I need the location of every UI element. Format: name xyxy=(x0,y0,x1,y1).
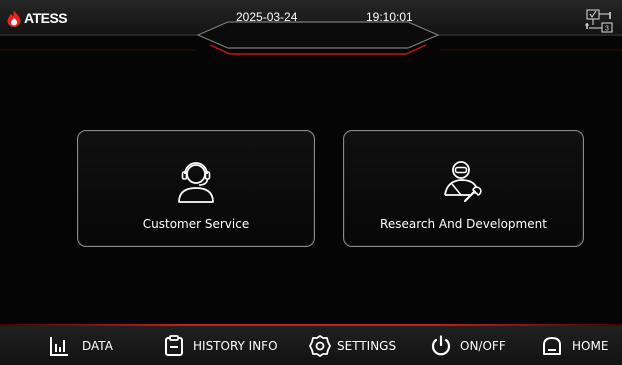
headset-user-icon xyxy=(178,162,214,203)
nav-on-off-label: ON/OFF xyxy=(460,338,506,353)
network-diagram-icon[interactable]: 3 xyxy=(584,9,614,33)
date-display: 2025-03-24 xyxy=(236,10,298,24)
research-development-label: Research And Development xyxy=(380,217,547,231)
customer-service-label: Customer Service xyxy=(142,217,250,231)
bar-chart-icon xyxy=(50,336,68,356)
brand-logo: ATESS xyxy=(7,8,68,28)
brand-name: ATESS xyxy=(24,10,68,26)
gear-icon xyxy=(309,334,331,357)
power-icon xyxy=(431,334,451,355)
nav-history-info-label: HISTORY INFO xyxy=(193,338,278,353)
time-display: 19:10:01 xyxy=(366,10,413,24)
clipboard-icon xyxy=(165,334,183,356)
nav-history-info[interactable]: HISTORY INFO xyxy=(163,326,278,365)
nav-settings[interactable]: SETTINGS xyxy=(309,326,396,365)
nav-data-label: DATA xyxy=(82,338,113,353)
customer-service-card[interactable]: Customer Service xyxy=(77,130,315,247)
system-badge-count: 3 xyxy=(605,26,609,33)
bottom-nav: DATA HISTORY INFO SETTINGS ON/OFF HOME xyxy=(0,326,622,365)
nav-home[interactable]: HOME xyxy=(541,326,608,365)
nav-on-off[interactable]: ON/OFF xyxy=(430,326,506,365)
nav-home-label: HOME xyxy=(572,338,609,353)
research-development-card[interactable]: Research And Development xyxy=(343,130,584,247)
nav-data[interactable]: DATA xyxy=(48,326,113,365)
flame-icon xyxy=(7,10,21,27)
engineer-wrench-icon xyxy=(444,161,482,203)
top-bar: ATESS 2025-03-24 19:10:01 3 xyxy=(0,0,622,36)
home-icon xyxy=(543,336,561,355)
nav-settings-label: SETTINGS xyxy=(337,338,397,353)
